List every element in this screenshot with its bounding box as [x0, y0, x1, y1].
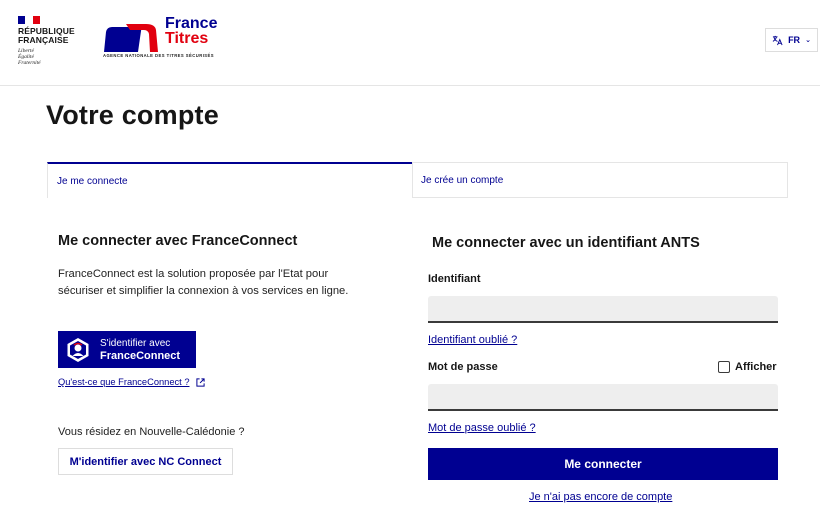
password-label: Mot de passe — [428, 361, 498, 373]
franceconnect-button-line2: FranceConnect — [100, 349, 181, 362]
language-selector[interactable]: FR ⌄ — [765, 28, 818, 52]
login-button[interactable]: Me connecter — [428, 448, 778, 480]
nc-question: Vous résidez en Nouvelle-Calédonie ? — [58, 426, 245, 438]
france-titres-wordmark: France Titres — [165, 15, 218, 47]
franceconnect-button-text: S'identifier avec FranceConnect — [100, 338, 180, 362]
motto-line-3: Fraternité — [18, 60, 41, 66]
language-label: FR — [788, 35, 801, 45]
brand-subtitle: AGENCE NATIONALE DES TITRES SÉCURISÉS — [103, 53, 215, 58]
show-password-checkbox[interactable] — [718, 361, 730, 373]
external-link-icon — [195, 377, 205, 387]
no-account-link[interactable]: Je n'ai pas encore de compte — [529, 491, 672, 503]
brand-word-france: France — [165, 15, 218, 32]
page-title: Votre compte — [46, 100, 219, 130]
france-titres-emblem-icon — [104, 24, 158, 52]
forgot-identifier-link[interactable]: Identifiant oublié ? — [428, 334, 517, 346]
franceconnect-title: Me connecter avec FranceConnect — [58, 233, 298, 249]
password-input[interactable] — [428, 384, 778, 411]
nc-connect-button[interactable]: M'identifier avec NC Connect — [58, 448, 233, 475]
identifier-label: Identifiant — [428, 273, 481, 285]
ants-login-title: Me connecter avec un identifiant ANTS — [432, 235, 700, 251]
chevron-down-icon: ⌄ — [805, 37, 811, 44]
tab-create-account[interactable]: Je crée un compte — [412, 162, 788, 198]
show-password-label: Afficher — [735, 361, 777, 373]
franceconnect-description: FranceConnect est la solution proposée p… — [58, 268, 349, 297]
identifier-input[interactable] — [428, 296, 778, 323]
site-header: RÉPUBLIQUE FRANÇAISE Liberté Égalité Fra… — [0, 0, 820, 86]
franceconnect-button[interactable]: S'identifier avec FranceConnect — [58, 331, 196, 368]
republic-line-2: FRANÇAISE — [18, 35, 69, 45]
republique-francaise-logo[interactable]: RÉPUBLIQUE FRANÇAISE Liberté Égalité Fra… — [18, 16, 75, 66]
forgot-password-link[interactable]: Mot de passe oublié ? — [428, 422, 536, 434]
republic-name: RÉPUBLIQUE FRANÇAISE — [18, 27, 75, 45]
translate-icon — [772, 35, 783, 45]
franceconnect-info-link-text: Qu'est-ce que FranceConnect ? — [58, 377, 190, 387]
show-password-toggle[interactable]: Afficher — [718, 361, 777, 373]
marianne-flag-icon — [18, 16, 40, 24]
tab-login[interactable]: Je me connecte — [47, 162, 412, 198]
franceconnect-button-line1: S'identifier avec — [100, 337, 171, 349]
account-tabs: Je me connecte Je crée un compte — [47, 162, 788, 198]
brand-word-titres: Titres — [165, 30, 209, 47]
franceconnect-logo-icon — [67, 337, 89, 362]
motto: Liberté Égalité Fraternité — [18, 48, 75, 66]
franceconnect-info-link[interactable]: Qu'est-ce que FranceConnect ? — [58, 377, 205, 387]
